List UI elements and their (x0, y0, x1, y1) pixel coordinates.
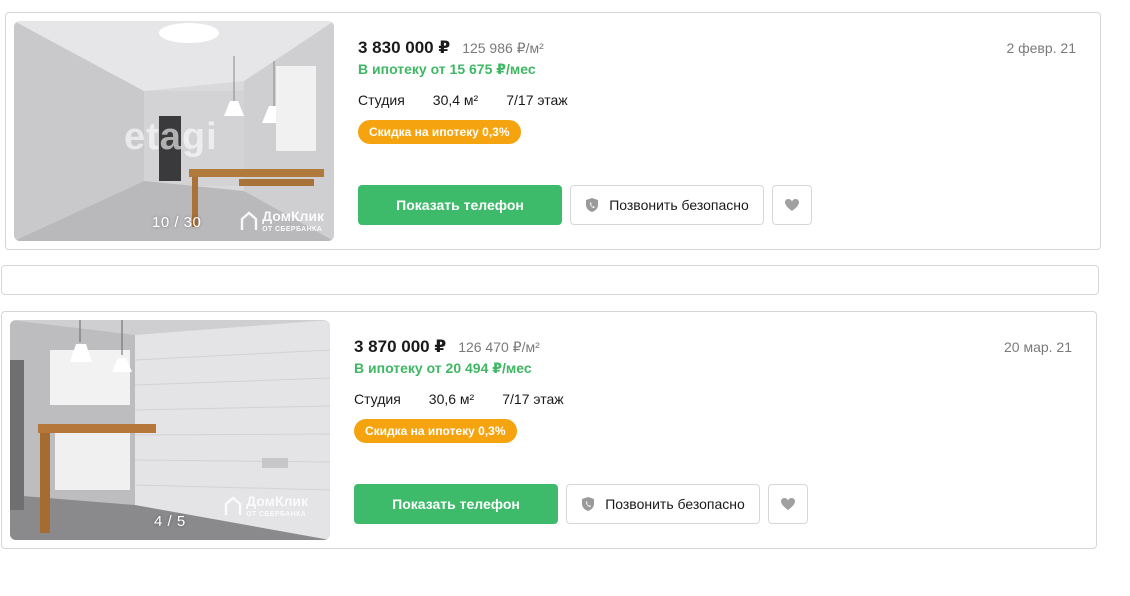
domclick-watermark-text: ДомКлик (246, 493, 308, 509)
domclick-logo-icon (240, 211, 258, 230)
shield-phone-icon (581, 496, 595, 512)
etagi-watermark: etagi (124, 116, 218, 158)
favorite-button[interactable] (772, 185, 812, 225)
mortgage-discount-badge: Скидка на ипотеку 0,3% (354, 419, 517, 443)
listing-photo[interactable]: 4 / 5 ДомКлик ОТ СБЕРБАНКА (10, 320, 330, 540)
listing-price[interactable]: 3 830 000 ₽ (358, 38, 450, 58)
listing-actions: Показать телефон Позвонить безопасно (358, 185, 812, 225)
safe-call-label: Позвонить безопасно (605, 496, 745, 512)
price-row: 3 870 000 ₽ 126 470 ₽/м² (354, 337, 592, 357)
heart-icon (785, 199, 799, 211)
mortgage-payment[interactable]: В ипотеку от 15 675 ₽/мес (358, 61, 596, 78)
domclick-logo-icon (224, 496, 242, 515)
listing-date: 20 мар. 21 (1003, 339, 1072, 355)
apartment-type: Студия (354, 391, 401, 407)
safe-call-button[interactable]: Позвонить безопасно (566, 484, 760, 524)
domclick-watermark-subtext: ОТ СБЕРБАНКА (262, 226, 323, 233)
domclick-watermark-text: ДомКлик (262, 208, 324, 224)
listing-actions: Показать телефон Позвонить безопасно (354, 484, 808, 524)
mortgage-payment[interactable]: В ипотеку от 20 494 ₽/мес (354, 360, 592, 377)
domclick-watermark-subtext: ОТ СБЕРБАНКА (246, 511, 307, 518)
price-per-m2: 125 986 ₽/м² (462, 40, 544, 56)
price-row: 3 830 000 ₽ 125 986 ₽/м² (358, 38, 596, 58)
domclick-watermark: ДомКлик ОТ СБЕРБАНКА (240, 208, 324, 237)
collapsed-listing-placeholder (1, 265, 1099, 295)
apartment-area: 30,4 м² (432, 92, 479, 108)
shield-phone-icon (585, 197, 599, 213)
photo-counter: 10 / 30 (152, 214, 202, 231)
listing-params: Студия 30,4 м² 7/17 этаж (358, 92, 596, 108)
listing-price[interactable]: 3 870 000 ₽ (354, 337, 446, 357)
safe-call-label: Позвонить безопасно (609, 197, 749, 213)
listing-info: 3 870 000 ₽ 126 470 ₽/м² В ипотеку от 20… (354, 337, 592, 443)
safe-call-button[interactable]: Позвонить безопасно (570, 185, 764, 225)
listing-card[interactable]: 4 / 5 ДомКлик ОТ СБЕРБАНКА 3 870 000 ₽ 1… (1, 311, 1097, 549)
photo-counter: 4 / 5 (154, 513, 186, 530)
heart-icon (781, 498, 795, 510)
mortgage-discount-badge: Скидка на ипотеку 0,3% (358, 120, 521, 144)
domclick-watermark: ДомКлик ОТ СБЕРБАНКА (224, 493, 308, 522)
listing-date: 2 февр. 21 (1006, 40, 1076, 56)
favorite-button[interactable] (768, 484, 808, 524)
price-per-m2: 126 470 ₽/м² (458, 339, 540, 355)
apartment-floor: 7/17 этаж (502, 391, 564, 407)
listing-photo[interactable]: etagi 10 / 30 ДомКлик ОТ СБЕРБАНКА (14, 21, 334, 241)
apartment-floor: 7/17 этаж (506, 92, 568, 108)
apartment-type: Студия (358, 92, 405, 108)
show-phone-button[interactable]: Показать телефон (354, 484, 558, 524)
apartment-area: 30,6 м² (428, 391, 475, 407)
listing-info: 3 830 000 ₽ 125 986 ₽/м² В ипотеку от 15… (358, 38, 596, 144)
listing-card[interactable]: etagi 10 / 30 ДомКлик ОТ СБЕРБАНКА 3 830… (5, 12, 1101, 250)
show-phone-button[interactable]: Показать телефон (358, 185, 562, 225)
listing-params: Студия 30,6 м² 7/17 этаж (354, 391, 592, 407)
